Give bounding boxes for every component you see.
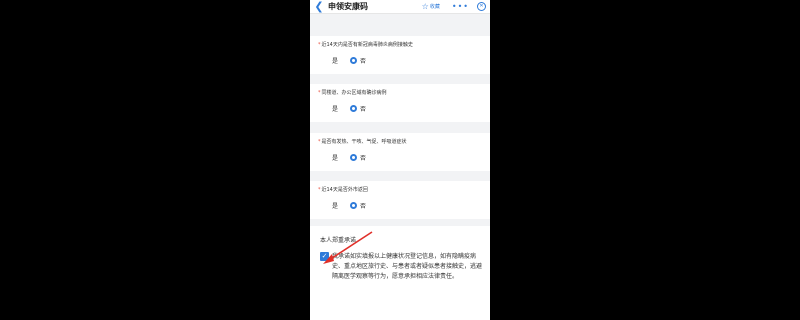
annotation-arrow-icon <box>323 231 373 264</box>
phone-screen: ❮ 申领安康码 ☆ 收藏 ••• ✕ *近14天内是否有新冠病毒肺炎病例接触史 … <box>310 0 490 320</box>
